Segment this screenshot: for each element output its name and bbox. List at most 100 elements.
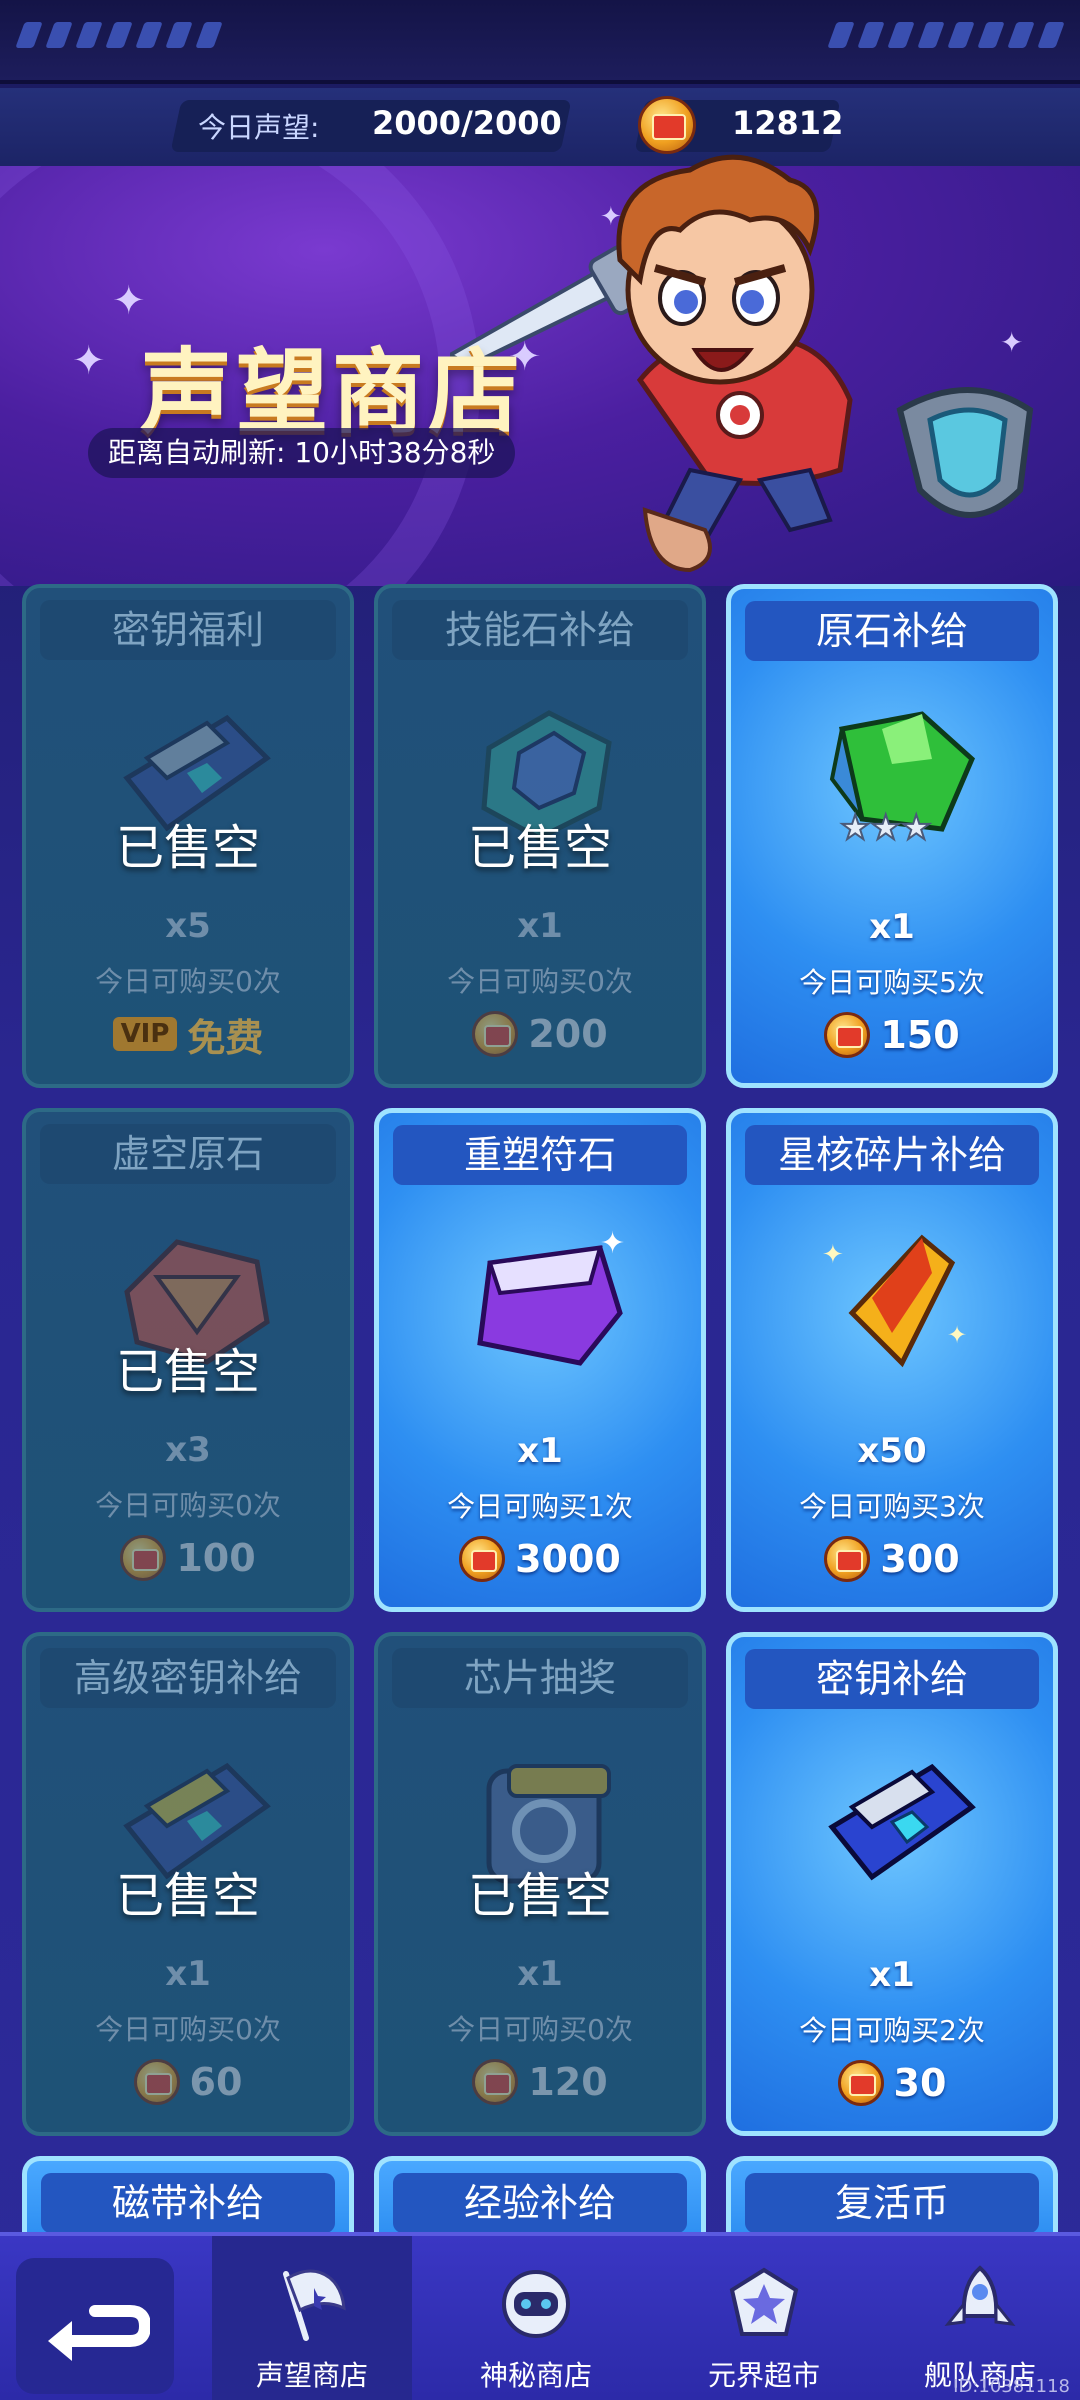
daily-purchase-limit: 今日可购买2次 <box>799 2014 985 2047</box>
shop-item-card[interactable]: 星核碎片补给 ✦ ✦ x50 今日可购买3次 300 <box>726 1108 1058 1612</box>
item-title: 虚空原石 <box>40 1124 336 1184</box>
item-quantity: x1 <box>869 1955 915 1995</box>
reputation-coin-icon <box>459 1536 506 1582</box>
shop-item-card[interactable]: 虚空原石 已售空 x3 今日可购买0次 100 <box>22 1108 354 1612</box>
price-value: 60 <box>189 2060 243 2104</box>
shop-item-card[interactable]: 芯片抽奖 已售空 x1 今日可购买0次 120 <box>374 1632 706 2136</box>
item-price: 300 <box>731 1531 1053 1587</box>
shop-item-card[interactable]: 原石补给 ★★★ x1 今日可购买5次 150 <box>726 584 1058 1088</box>
green-gem-icon: ★★★ <box>829 711 976 849</box>
item-quantity: x5 <box>165 906 211 946</box>
reputation-coin-icon <box>133 2059 180 2105</box>
shop-item-card[interactable]: 高级密钥补给 已售空 x1 今日可购买0次 60 <box>22 1632 354 2136</box>
reputation-coin-icon <box>472 2059 519 2105</box>
svg-text:★★★: ★★★ <box>840 808 931 848</box>
decor-stripes-left <box>15 22 223 48</box>
item-quantity: x1 <box>517 1431 563 1471</box>
back-arrow-icon <box>48 2305 150 2361</box>
item-quantity: x1 <box>517 1954 563 1994</box>
price-value: 120 <box>528 2060 608 2104</box>
item-quantity: x1 <box>165 1954 211 1994</box>
item-price: 30 <box>731 2055 1053 2111</box>
item-title: 芯片抽奖 <box>392 1648 688 1708</box>
item-title: 磁带补给 <box>41 2173 335 2233</box>
tab-reputation-shop[interactable]: 声望商店 <box>212 2236 412 2400</box>
daily-purchase-limit: 今日可购买0次 <box>95 1489 281 1522</box>
shop-item-card[interactable]: 重塑符石 ✦ x1 今日可购买1次 3000 <box>374 1108 706 1612</box>
sold-out-label: 已售空 <box>467 1868 612 1924</box>
reputation-shop-screen: 今日声望: 2000/2000 12812 ✦ ✦ ✦ ✦ ✦ 声望商店 距离自… <box>0 0 1080 2400</box>
reputation-coin-icon <box>824 1012 871 1058</box>
svg-text:✦: ✦ <box>822 1240 844 1270</box>
item-quantity: x50 <box>857 1431 927 1471</box>
daily-purchase-limit: 今日可购买0次 <box>95 965 281 998</box>
daily-purchase-limit: 今日可购买0次 <box>447 965 633 998</box>
tab-label: 元界超市 <box>707 2359 820 2392</box>
sold-out-label: 已售空 <box>115 820 260 876</box>
item-price: 60 <box>26 2054 350 2110</box>
item-price: 200 <box>378 1006 702 1062</box>
item-title: 密钥补给 <box>745 1649 1039 1709</box>
top-frame <box>0 0 1080 84</box>
svg-text:✦: ✦ <box>600 1226 625 1261</box>
shop-item-card-partial[interactable]: 磁带补给 <box>22 2156 354 2236</box>
tab-mystery-shop[interactable]: 神秘商店 <box>436 2236 636 2400</box>
item-title: 密钥福利 <box>40 600 336 660</box>
item-price: 3000 <box>379 1531 701 1587</box>
sold-out-label: 已售空 <box>467 820 612 876</box>
daily-purchase-limit: 今日可购买0次 <box>95 2013 281 2046</box>
item-title: 星核碎片补给 <box>745 1125 1039 1185</box>
shop-item-card[interactable]: 密钥福利 已售空 x5 今日可购买0次 VIP 免费 <box>22 584 354 1088</box>
price-value: 100 <box>176 1536 256 1580</box>
item-title: 高级密钥补给 <box>40 1648 336 1708</box>
shop-item-card-partial[interactable]: 复活币 <box>726 2156 1058 2236</box>
item-title: 复活币 <box>745 2173 1039 2233</box>
rocket-icon <box>944 2265 1016 2326</box>
daily-purchase-limit: 今日可购买3次 <box>799 1490 985 1523</box>
item-quantity: x1 <box>869 907 915 947</box>
item-quantity: x3 <box>165 1430 211 1470</box>
flag-icon <box>283 2269 346 2341</box>
svg-text:✦: ✦ <box>947 1321 967 1349</box>
reputation-coin-icon <box>837 2060 884 2106</box>
reputation-coin-icon <box>120 1535 167 1581</box>
robot-icon <box>502 2270 570 2338</box>
item-title: 原石补给 <box>745 601 1039 661</box>
sparkle-icon: ✦ <box>72 338 106 384</box>
reputation-label: 今日声望: <box>198 111 320 144</box>
price-value: 150 <box>880 1013 960 1057</box>
price-value: 30 <box>893 2061 947 2105</box>
item-price: 150 <box>731 1007 1053 1063</box>
coin-value: 12812 <box>732 104 844 142</box>
item-price: VIP 免费 <box>26 1006 350 1062</box>
price-value: 3000 <box>515 1537 621 1581</box>
hero-character-illustration <box>450 154 1034 573</box>
daily-purchase-limit: 今日可购买1次 <box>447 1490 633 1523</box>
daily-purchase-limit: 今日可购买0次 <box>447 2013 633 2046</box>
reputation-value: 2000/2000 <box>372 104 562 142</box>
price-value: 200 <box>528 1012 608 1056</box>
back-button[interactable] <box>16 2258 174 2394</box>
purple-rune-icon: ✦ <box>477 1226 625 1366</box>
item-quantity: x1 <box>517 906 563 946</box>
star-badge-icon <box>729 2267 799 2336</box>
user-id: ID:10381118 <box>953 2376 1070 2397</box>
price-value: 300 <box>880 1537 960 1581</box>
star-core-shard-icon: ✦ ✦ <box>822 1234 967 1368</box>
tab-metaverse-market[interactable]: 元界超市 <box>664 2236 864 2400</box>
price-free-label: 免费 <box>187 1015 264 1060</box>
sold-out-label: 已售空 <box>115 1344 260 1400</box>
item-price: 120 <box>378 2054 702 2110</box>
shop-item-card[interactable]: 密钥补给 x1 今日可购买2次 30 <box>726 1632 1058 2136</box>
shop-item-card[interactable]: 技能石补给 已售空 x1 今日可购买0次 200 <box>374 584 706 1088</box>
tab-label: 声望商店 <box>255 2359 368 2392</box>
daily-purchase-limit: 今日可购买5次 <box>799 966 985 999</box>
reputation-coin-icon <box>638 96 696 154</box>
blue-key-card-icon <box>828 1763 976 1881</box>
shop-item-card-partial[interactable]: 经验补给 <box>374 2156 706 2236</box>
item-title: 技能石补给 <box>392 600 688 660</box>
sold-out-label: 已售空 <box>115 1868 260 1924</box>
item-price: 100 <box>26 1530 350 1586</box>
decor-stripes-right <box>827 22 1065 48</box>
tab-label: 神秘商店 <box>479 2359 592 2392</box>
